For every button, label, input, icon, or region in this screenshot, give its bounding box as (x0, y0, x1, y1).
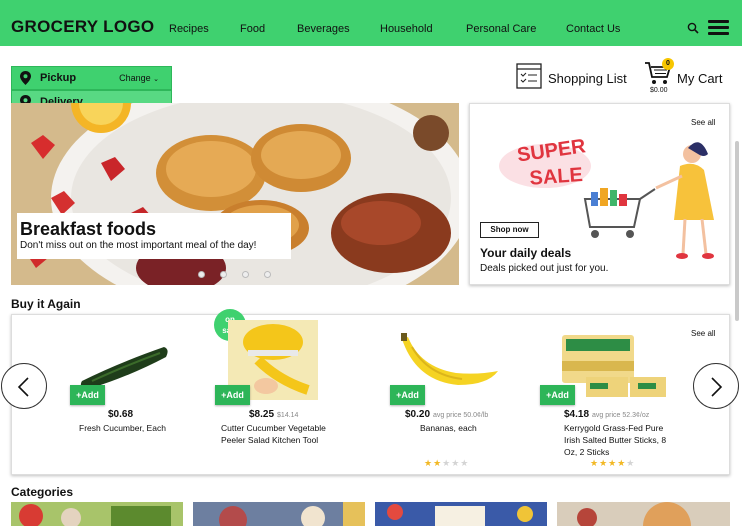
site-logo[interactable]: GROCERY LOGO (11, 17, 154, 37)
cart-count-badge: 0 (662, 58, 674, 70)
product-name: Kerrygold Grass-Fed Pure Irish Salted Bu… (564, 423, 667, 457)
shop-now-button[interactable]: Shop now (480, 222, 539, 238)
hamburger-menu-icon[interactable] (708, 20, 729, 36)
shopping-list-label: Shopping List (548, 71, 627, 86)
nav-link-recipes[interactable]: Recipes (169, 23, 209, 35)
chevron-left-icon (17, 377, 29, 397)
rating-stars: ★★★★★ (590, 458, 636, 468)
carousel-dot[interactable] (242, 271, 249, 278)
add-label: Add (226, 390, 244, 400)
banana-image (401, 333, 498, 385)
category-tile-kitchen[interactable] (193, 502, 365, 526)
nav-link-contact-us[interactable]: Contact Us (566, 23, 620, 35)
add-label: Add (551, 390, 569, 400)
my-cart-link[interactable]: 0 My Cart $0.00 (644, 58, 734, 98)
category-image (193, 502, 365, 526)
category-tile-produce[interactable] (11, 502, 183, 526)
top-navigation-bar: GROCERY LOGO Recipes Food Beverages Hous… (0, 0, 742, 46)
category-image (375, 502, 547, 526)
category-image (557, 502, 730, 526)
nav-link-personal-care[interactable]: Personal Care (466, 23, 536, 35)
carousel-dot[interactable] (198, 271, 205, 278)
carousel-dot[interactable] (264, 271, 271, 278)
search-icon[interactable] (687, 22, 699, 34)
product-card[interactable]: + Add $0.20 avg price 50.0¢/lb Bananas, ea… (390, 315, 520, 476)
change-fulfillment-link[interactable]: Change ⌄ (119, 73, 159, 83)
daily-deals-promo: See all SUPER SALE Shop now Your daily d… (469, 103, 730, 285)
buy-again-see-all-link[interactable]: See all (691, 329, 715, 338)
add-to-cart-button[interactable]: + Add (390, 385, 425, 405)
chevron-right-icon (711, 377, 723, 397)
nav-link-food[interactable]: Food (240, 23, 265, 35)
add-label: Add (81, 390, 99, 400)
carousel-previous-button[interactable] (1, 363, 47, 409)
product-card[interactable]: + Add $0.68 Fresh Cucumber, Each (70, 315, 200, 476)
product-card[interactable]: + Add $4.18 avg price 52.3¢/oz Kerrygold G… (540, 315, 690, 476)
carousel-next-button[interactable] (693, 363, 739, 409)
hero-caption: Breakfast foods Don't miss out on the mo… (17, 213, 291, 259)
category-tile-snacks[interactable] (375, 502, 547, 526)
buy-it-again-carousel: See all + Add $0.68 Fresh Cucumber, Each … (11, 309, 730, 476)
hero-title: Breakfast foods (20, 219, 157, 239)
buy-it-again-title: Buy it Again (11, 297, 81, 311)
change-label: Change (119, 73, 151, 83)
nav-link-household[interactable]: Household (380, 23, 433, 35)
add-label: Add (401, 390, 419, 400)
product-price: $4.18 avg price 52.3¢/oz (564, 409, 650, 420)
shopping-list-link[interactable]: Shopping List (516, 63, 636, 91)
add-to-cart-button[interactable]: + Add (540, 385, 575, 405)
product-price: $0.68 (108, 409, 134, 420)
shopping-list-icon (516, 63, 542, 89)
chevron-down-icon: ⌄ (153, 76, 159, 83)
nav-link-beverages[interactable]: Beverages (297, 23, 350, 35)
carousel-dot[interactable] (220, 271, 227, 278)
cart-total: $0.00 (650, 87, 668, 94)
cart-label: My Cart (677, 71, 723, 86)
hero-banner[interactable]: Breakfast foods Don't miss out on the mo… (11, 103, 459, 285)
add-to-cart-button[interactable]: + Add (70, 385, 105, 405)
hero-subtitle: Don't miss out on the most important mea… (20, 240, 257, 251)
pickup-option[interactable]: Pickup Change ⌄ (11, 66, 172, 90)
product-card[interactable]: + Add $8.25 $14.14 Cutter Cucumber Vegetab… (215, 315, 365, 476)
cucumber-image (80, 347, 168, 389)
location-pin-icon (20, 71, 31, 85)
product-price: $0.20 avg price 50.0¢/lb (405, 409, 489, 420)
product-name: Fresh Cucumber, Each (79, 423, 166, 433)
promo-title: Your daily deals (480, 246, 572, 260)
pickup-label: Pickup (40, 72, 77, 84)
sale-line-2: SALE (529, 164, 584, 190)
rating-stars: ★★★★★ (424, 458, 470, 468)
categories-title: Categories (11, 485, 74, 499)
category-image (11, 502, 183, 526)
add-to-cart-button[interactable]: + Add (215, 385, 250, 405)
promo-subtitle: Deals picked out just for you. (480, 263, 609, 274)
page-scrollbar[interactable] (735, 141, 739, 321)
product-price: $8.25 $14.14 (249, 409, 299, 420)
product-name: Cutter Cucumber Vegetable Peeler Salad K… (221, 423, 326, 445)
product-name: Bananas, each (420, 423, 477, 433)
kerrygold-butter-image (562, 335, 666, 397)
super-sale-illustration: SUPER SALE (499, 135, 714, 259)
category-tile-pizza[interactable] (557, 502, 730, 526)
